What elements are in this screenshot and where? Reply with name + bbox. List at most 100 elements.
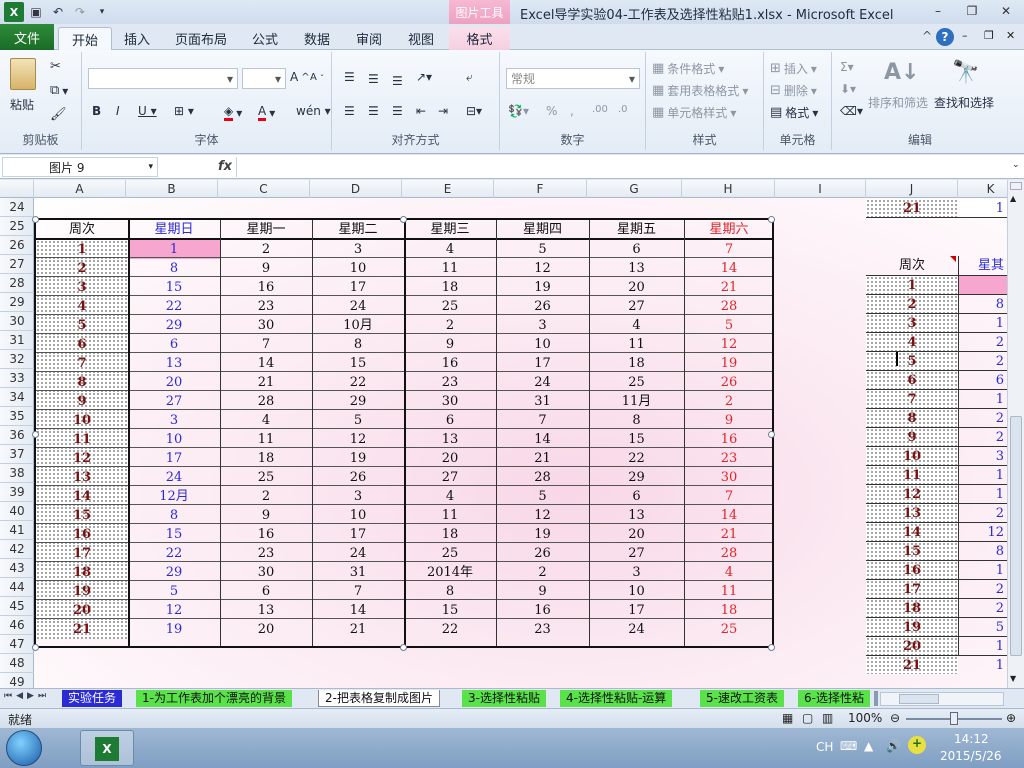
input-language[interactable]: CH [816,740,833,754]
minimize-button[interactable]: – [924,2,952,20]
find-select-icon[interactable]: 🔭 [952,60,979,85]
formula-input[interactable] [236,157,1010,177]
format-as-table-button[interactable]: ▦ 套用表格格式 ▾ [652,82,748,99]
resize-handle[interactable] [400,216,407,223]
row-header[interactable]: 47 [0,635,34,654]
percent-icon[interactable]: % [546,104,557,118]
tab-file[interactable]: 文件 [0,24,54,50]
tray-expand-icon[interactable]: ▲ [864,739,873,753]
row-header[interactable]: 41 [0,521,34,540]
scroll-down-icon[interactable]: ▼ [1010,674,1016,683]
increase-indent-icon[interactable]: ⇥ [438,104,448,118]
row-header[interactable]: 36 [0,426,34,445]
page-break-view-icon[interactable]: ▥ [822,711,833,725]
row-header[interactable]: 37 [0,445,34,464]
sheet-tab[interactable]: 5-速改工资表 [700,690,784,707]
calendar-picture[interactable]: 周次 星期日 星期一 星期二 星期三 星期四 星期五 星期六 1 1 2 3 4 5 6 7 2 8 9 10 11 12… [32,216,775,651]
vertical-scrollbar[interactable]: ▲ ▼ [1007,180,1024,688]
align-bottom-icon[interactable]: ☰ [392,74,403,88]
borders-icon[interactable]: ⊞ ▾ [174,104,194,118]
zoom-level[interactable]: 100% [848,711,882,725]
page-layout-view-icon[interactable]: ▢ [802,711,813,725]
sheet-tab[interactable]: 6-选择性粘 [798,690,870,707]
vertical-scroll-thumb[interactable] [1010,416,1022,656]
align-top-icon[interactable]: ☰ [344,70,355,84]
paste-icon[interactable] [10,58,36,90]
find-select-button[interactable]: 查找和选择 [934,94,994,111]
autosum-icon[interactable]: Σ▾ [840,60,854,74]
format-painter-icon[interactable]: 🖌 [50,108,67,122]
sheet-tab[interactable]: 3-选择性粘贴 [462,690,546,707]
wb-close-icon[interactable]: ✕ [1006,29,1015,42]
scroll-up-icon[interactable]: ▲ [1010,194,1016,203]
format-cells-button[interactable]: ▤ 格式 ▾ [770,104,818,121]
tab-data[interactable]: 数据 [294,27,340,50]
row-header[interactable]: 30 [0,312,34,331]
align-center-icon[interactable]: ☰ [368,104,379,118]
underline-icon[interactable]: U ▾ [138,104,157,118]
decrease-indent-icon[interactable]: ⇤ [416,104,426,118]
row-header[interactable]: 43 [0,559,34,578]
resize-handle[interactable] [400,644,407,651]
column-header[interactable]: C [218,180,310,198]
wrap-text-icon[interactable]: ⤶ [466,70,473,85]
excel-logo-icon[interactable]: X [4,2,24,22]
zoom-out-icon[interactable]: ⊖ [890,711,900,725]
column-header[interactable]: D [310,180,402,198]
undo-icon[interactable]: ↶ [48,2,68,22]
name-box-dropdown-icon[interactable]: ▾ [148,162,153,172]
paste-button[interactable]: 粘贴 [10,96,34,113]
grow-font-icon[interactable]: A ^ [290,70,310,84]
worksheet-grid[interactable]: ABCDEFGHIJK 24 25 26 27 28 29 30 31 32 33 34 35 36 37… [0,180,1024,688]
column-header[interactable]: B [126,180,218,198]
redo-icon[interactable]: ↷ [70,2,90,22]
tab-picture-format[interactable]: 格式 [449,27,510,50]
row-header[interactable]: 40 [0,502,34,521]
sheet-nav-icon[interactable]: ⏮◀▶⏭ [4,691,50,701]
close-button[interactable]: ✕ [992,2,1020,20]
tab-insert[interactable]: 插入 [114,27,160,50]
row-header[interactable]: 27 [0,255,34,274]
row-header[interactable]: 29 [0,293,34,312]
column-header[interactable]: I [775,180,866,198]
customize-qat-icon[interactable]: ▾ [92,2,112,22]
expand-formula-icon[interactable]: ⌄ [1012,160,1020,170]
resize-handle[interactable] [32,644,39,651]
split-box-icon[interactable] [1010,182,1022,190]
tab-formulas[interactable]: 公式 [242,27,288,50]
number-format-combo[interactable]: 常规 ▾ [506,68,640,89]
font-size-combo[interactable]: ▾ [242,68,286,89]
name-box[interactable]: 图片 9 ▾ [2,157,158,177]
help-icon[interactable]: ? [936,28,954,46]
row-header[interactable]: 33 [0,369,34,388]
horizontal-scrollbar[interactable] [880,692,1004,706]
minimize-ribbon-icon[interactable]: ^ [922,29,932,43]
insert-function-icon[interactable]: fx [218,159,232,174]
orientation-icon[interactable]: ↗▾ [416,70,432,84]
tab-page-layout[interactable]: 页面布局 [168,27,234,50]
wb-minimize-icon[interactable]: – [962,29,968,42]
insert-cells-button[interactable]: ⊞ 插入 ▾ [770,60,817,77]
excel-taskbar-button[interactable]: X [80,730,134,766]
copy-icon[interactable]: ⧉ ▾ [50,84,68,99]
align-middle-icon[interactable]: ☰ [368,72,379,86]
tab-view[interactable]: 视图 [398,27,444,50]
bold-icon[interactable]: B [92,104,101,118]
italic-icon[interactable]: I [116,104,120,118]
clock-time[interactable]: 14:12 [954,732,989,746]
sort-filter-button[interactable]: 排序和筛选 [868,94,928,111]
decrease-decimal-icon[interactable]: .0 [618,104,628,115]
resize-handle[interactable] [768,216,775,223]
row-header[interactable]: 49 [0,673,34,688]
row-header[interactable]: 46 [0,616,34,635]
delete-cells-button[interactable]: ⊟ 删除 ▾ [770,82,817,99]
shrink-font-icon[interactable]: Aˇ [310,72,324,83]
merge-center-icon[interactable]: ⊟▾ [466,104,482,118]
restore-button[interactable]: ❐ [958,2,986,20]
column-header[interactable]: E [402,180,494,198]
tab-split-handle[interactable] [874,691,878,706]
font-color-icon[interactable]: A ▾ [258,104,275,121]
resize-handle[interactable] [768,431,775,438]
cell-styles-button[interactable]: ▦ 单元格样式 ▾ [652,104,736,121]
column-header[interactable]: A [34,180,126,198]
